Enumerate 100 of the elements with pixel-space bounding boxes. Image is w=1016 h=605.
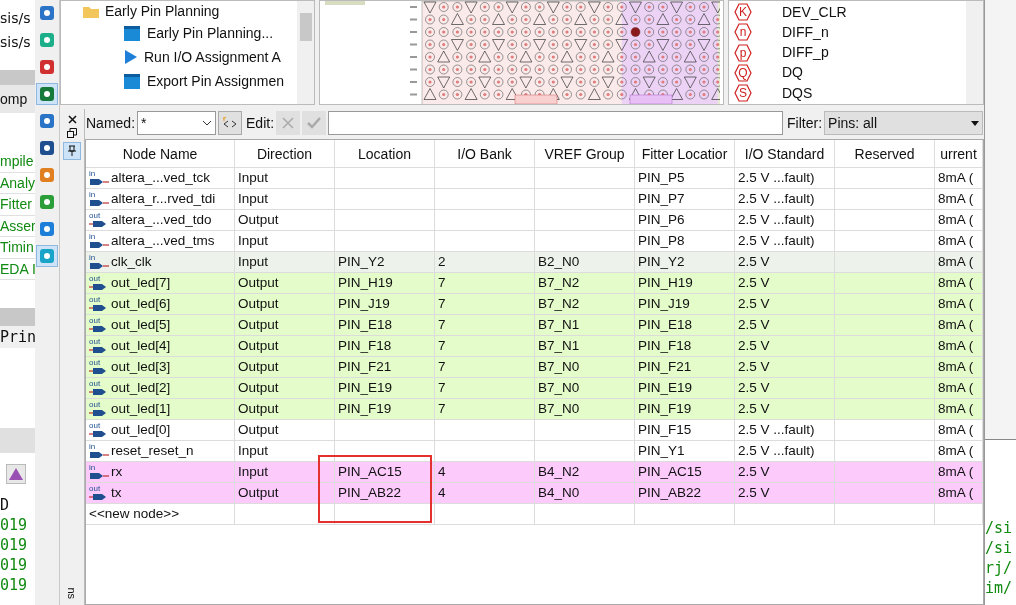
table-cell-text: 2.5 V (738, 315, 770, 334)
table-cell-text: Input (238, 189, 269, 208)
table-row[interactable]: in rx Input PIN_AC15 4 B4_N2 PIN_AC15 2.5 V 8mA ( (86, 462, 983, 483)
column-header[interactable]: VREF Group (535, 140, 635, 167)
tool-icon (39, 113, 55, 129)
legend-label: DEV_CLR (782, 2, 847, 22)
tool-icon (39, 248, 55, 264)
message-line: /si (985, 518, 1014, 538)
scrollbar-track[interactable] (966, 1, 983, 104)
table-cell-text: 8mA ( (938, 252, 974, 271)
table-row[interactable]: out out_led[2] Output PIN_E19 7 B7_N0 PIN_E19 2.5 V 8mA ( (86, 378, 983, 399)
table-cell-text: 7 (438, 357, 446, 376)
table-cell-text: PIN_F19 (338, 399, 392, 418)
table-row[interactable]: in reset_reset_n Input PIN_Y1 2.5 V ...fault) 8mA ( (86, 441, 983, 462)
tool-icon (39, 86, 55, 102)
table-cell-text: PIN_AB22 (338, 483, 402, 502)
table-cell-text: 2 (438, 252, 446, 271)
table-cell-text: out_led[4] (111, 336, 171, 355)
table-cell-text: 8mA ( (938, 189, 974, 208)
table-row[interactable]: out altera_...ved_tdo Output PIN_P6 2.5 V ...fault) 8mA ( (86, 210, 983, 231)
table-cell-text: Output (238, 294, 279, 313)
named-combo-box[interactable]: * (137, 111, 217, 135)
table-row[interactable]: out out_led[3] Output PIN_F21 7 B7_N0 PIN_F21 2.5 V 8mA ( (86, 357, 983, 378)
table-cell-text: 2.5 V (738, 357, 770, 376)
column-header[interactable]: Node Name (86, 140, 235, 167)
pin-type-symbol: K (734, 3, 752, 21)
side-tab[interactable]: ns (63, 586, 81, 599)
table-cell-text: Input (238, 252, 269, 271)
table-row[interactable]: in altera_...ved_tck Input PIN_P5 2.5 V ...fault) 8mA ( (86, 168, 983, 189)
table-cell-text: PIN_AC15 (338, 462, 402, 481)
table-cell-text: 8mA ( (938, 273, 974, 292)
filter-wizard-button[interactable] (218, 111, 243, 135)
column-header[interactable]: Direction (235, 140, 335, 167)
column-header[interactable]: I/O Bank (435, 140, 535, 167)
table-row[interactable]: out out_led[5] Output PIN_E18 7 B7_N1 PIN_E18 2.5 V 8mA ( (86, 315, 983, 336)
table-cell-text: 8mA ( (938, 357, 974, 376)
table-cell-text: PIN_AB22 (638, 483, 702, 502)
table-cell-text: reset_reset_n (111, 441, 194, 460)
table-row[interactable]: out tx Output PIN_AB22 4 B4_N0 PIN_AB22 2.5 V 8mA ( (86, 483, 983, 504)
table-row[interactable]: in altera_...ved_tms Input PIN_P8 2.5 V ...fault) 8mA ( (86, 231, 983, 252)
table-cell-text: Output (238, 399, 279, 418)
table-cell-text: PIN_F19 (638, 399, 692, 418)
dropdown-arrow-icon (971, 120, 979, 126)
table-cell-text: B7_N1 (538, 336, 580, 355)
table-row[interactable]: out out_led[0] Output PIN_F15 2.5 V ...fault) 8mA ( (86, 420, 983, 441)
table-cell-text: Output (238, 273, 279, 292)
table-row[interactable]: in altera_r...rved_tdi Input PIN_P7 2.5 V ...fault) 8mA ( (86, 189, 983, 210)
table-cell-text: B7_N0 (538, 357, 580, 376)
task-item[interactable]: Export Pin Assignmen (61, 69, 297, 93)
table-cell-text: PIN_J19 (638, 294, 690, 313)
table-cell-text: Output (238, 378, 279, 397)
console-tab[interactable]: Prin (0, 326, 35, 348)
table-cell-text: Output (238, 483, 279, 502)
close-icon[interactable] (67, 115, 77, 124)
legend-label: DQS (782, 83, 813, 103)
restore-icon[interactable] (67, 128, 77, 138)
table-cell-text: B2_N0 (538, 252, 580, 271)
legend-label: DIFF_p (782, 43, 829, 62)
table-cell-text: B7_N2 (538, 294, 580, 313)
message-filter-button[interactable] (6, 464, 26, 484)
column-header[interactable]: Fitter Locatior (635, 140, 735, 167)
cross-icon (282, 117, 295, 129)
table-cell-text: PIN_Y2 (338, 252, 385, 271)
edit-field[interactable] (328, 111, 784, 135)
tool-icon (39, 32, 55, 48)
tool-button[interactable] (36, 83, 58, 105)
table-cell-text: Input (238, 168, 269, 187)
message-line: rj/ (985, 558, 1014, 578)
column-header[interactable]: Location (335, 140, 435, 167)
table-cell-text: PIN_AC15 (638, 462, 702, 481)
pin-button[interactable] (63, 142, 81, 160)
table-cell-text: <<new node>> (89, 504, 180, 523)
task-item[interactable]: Run I/O Assignment A (61, 45, 297, 69)
table-row[interactable]: <<new node>> (86, 504, 983, 525)
task-item[interactable]: Early Pin Planning... (61, 21, 297, 45)
tool-icon (39, 221, 55, 237)
tool-icon (39, 59, 55, 75)
table-cell-text: Input (238, 441, 269, 460)
task-item[interactable]: Early Pin Planning (61, 1, 297, 21)
column-header[interactable]: urrent (935, 140, 983, 167)
table-row[interactable]: out out_led[4] Output PIN_F18 7 B7_N1 PIN_F18 2.5 V 8mA ( (86, 336, 983, 357)
table-row[interactable]: out out_led[7] Output PIN_H19 7 B7_N2 PIN_H19 2.5 V 8mA ( (86, 273, 983, 294)
table-cell-text: B7_N1 (538, 315, 580, 334)
column-header[interactable]: I/O Standard (735, 140, 835, 167)
table-row[interactable]: out out_led[1] Output PIN_F19 7 B7_N0 PIN_F19 2.5 V 8mA ( (86, 399, 983, 420)
check-icon (307, 117, 322, 129)
table-cell-text: 8mA ( (938, 483, 974, 502)
table-cell-text: 2.5 V ...fault) (738, 420, 815, 439)
table-cell-text: PIN_Y1 (638, 441, 685, 460)
table-cell-text: 8mA ( (938, 378, 974, 397)
table-cell-text: clk_clk (111, 252, 152, 271)
table-cell-text: 2.5 V ...fault) (738, 168, 815, 187)
table-row[interactable]: out out_led[6] Output PIN_J19 7 B7_N2 PIN_J19 2.5 V 8mA ( (86, 294, 983, 315)
table-cell-text: PIN_H19 (338, 273, 393, 292)
scrollbar-thumb[interactable] (299, 13, 312, 41)
filter-dropdown[interactable]: Pins: all (824, 111, 983, 135)
column-header[interactable]: Reserved (835, 140, 935, 167)
table-cell-text: out_led[0] (111, 420, 171, 439)
table-row[interactable]: in clk_clk Input PIN_Y2 2 B2_N0 PIN_Y2 2.5 V 8mA ( (86, 252, 983, 273)
tool-icon (39, 5, 55, 21)
